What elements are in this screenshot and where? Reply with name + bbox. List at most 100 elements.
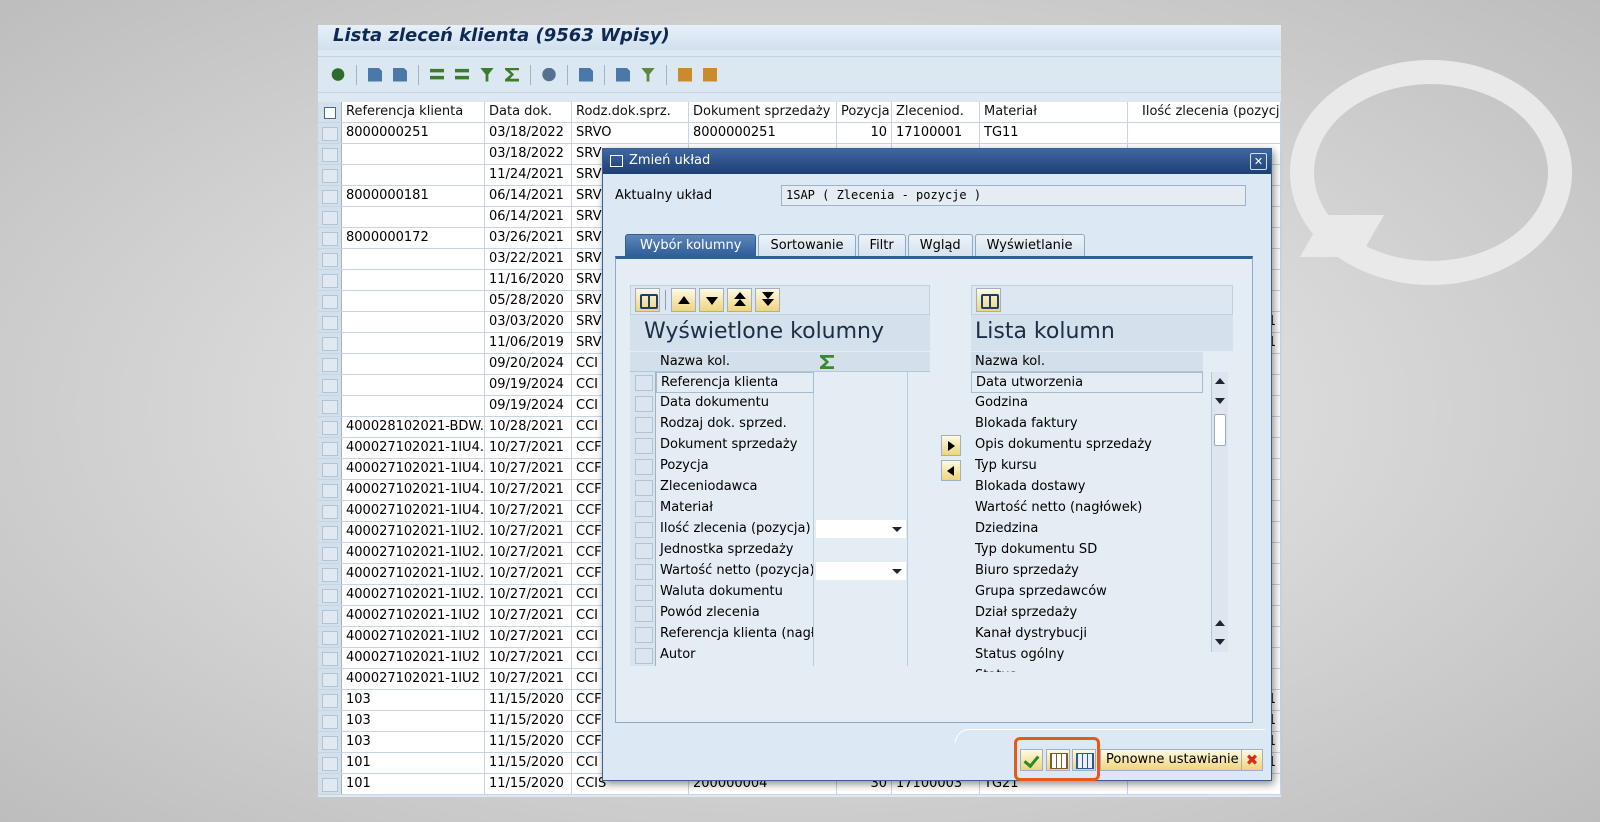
add-column-button[interactable] xyxy=(941,435,961,456)
row-selector[interactable] xyxy=(318,270,342,290)
column-header[interactable]: Ilość zlecenia (pozycja) xyxy=(1128,102,1281,122)
row-selector[interactable] xyxy=(630,645,656,666)
move-down-icon[interactable] xyxy=(699,288,724,312)
tab-sorting[interactable]: Sortowanie xyxy=(758,234,856,256)
remove-column-button[interactable] xyxy=(941,460,961,481)
list-item[interactable]: Dział sprzedaży xyxy=(971,603,1203,624)
move-to-top-icon[interactable] xyxy=(727,288,752,312)
row-selector[interactable] xyxy=(318,207,342,227)
row-selector[interactable] xyxy=(318,753,342,773)
tab-view[interactable]: Wgląd xyxy=(907,234,973,256)
list-item[interactable]: Kanał dystrybucji xyxy=(971,624,1203,645)
row-selector[interactable] xyxy=(318,564,342,584)
row-selector[interactable] xyxy=(630,372,656,393)
change-layout-icon[interactable] xyxy=(675,65,695,85)
list-item[interactable]: Referencja klienta (nagł... xyxy=(630,624,930,645)
scroll-down-icon[interactable] xyxy=(1215,398,1225,404)
page-down-icon[interactable] xyxy=(1215,639,1225,645)
column-header[interactable]: Zleceniod. xyxy=(892,102,980,122)
list-item[interactable]: Pozycja xyxy=(630,456,930,477)
row-selector[interactable] xyxy=(630,519,656,540)
details-icon[interactable] xyxy=(328,65,348,85)
row-selector[interactable] xyxy=(318,585,342,605)
column-header[interactable]: Pozycja xyxy=(837,102,892,122)
column-header[interactable]: Data dok. xyxy=(485,102,572,122)
list-item[interactable]: Referencja klienta xyxy=(630,372,930,393)
row-selector[interactable] xyxy=(630,561,656,582)
row-selector[interactable] xyxy=(630,582,656,603)
row-selector[interactable] xyxy=(318,144,342,164)
row-selector[interactable] xyxy=(318,438,342,458)
list-item[interactable]: Dziedzina xyxy=(971,519,1203,540)
list-item[interactable]: Jednostka sprzedaży xyxy=(630,540,930,561)
list-item[interactable]: Zleceniodawca xyxy=(630,477,930,498)
close-icon[interactable]: ✕ xyxy=(1250,153,1267,170)
table-row[interactable]: 8000000251 03/18/2022 SRVO 8000000251 10 1710… xyxy=(318,123,1281,144)
list-item[interactable]: Powód zlecenia xyxy=(630,603,930,624)
row-selector[interactable] xyxy=(630,414,656,435)
row-selector[interactable] xyxy=(630,435,656,456)
row-selector[interactable] xyxy=(318,333,342,353)
row-selector[interactable] xyxy=(630,603,656,624)
row-selector[interactable] xyxy=(318,690,342,710)
aggregation-dropdown[interactable] xyxy=(816,562,906,580)
row-selector[interactable] xyxy=(318,375,342,395)
row-selector[interactable] xyxy=(630,456,656,477)
row-selector[interactable] xyxy=(318,732,342,752)
scroll-up-icon[interactable] xyxy=(1215,378,1225,384)
column-header[interactable]: Rodz.dok.sprz. xyxy=(572,102,689,122)
list-item[interactable]: Typ kursu xyxy=(971,456,1203,477)
row-selector[interactable] xyxy=(630,624,656,645)
dialog-title-bar[interactable]: Zmień układ ✕ xyxy=(603,149,1271,174)
list-item[interactable]: Materiał xyxy=(630,498,930,519)
row-selector[interactable] xyxy=(318,669,342,689)
row-selector[interactable] xyxy=(318,396,342,416)
select-layout-icon[interactable] xyxy=(700,65,720,85)
move-to-bottom-icon[interactable] xyxy=(755,288,780,312)
list-item[interactable]: Grupa sprzedawców xyxy=(971,582,1203,603)
row-selector[interactable] xyxy=(318,165,342,185)
tab-display[interactable]: Wyświetlanie xyxy=(974,234,1085,256)
row-selector[interactable] xyxy=(630,477,656,498)
list-item[interactable]: Dokument sprzedaży xyxy=(630,435,930,456)
deselect-all-icon[interactable] xyxy=(390,65,410,85)
reset-button[interactable]: Ponowne ustawianie xyxy=(1100,749,1245,771)
row-selector[interactable] xyxy=(318,774,342,794)
row-selector[interactable] xyxy=(318,312,342,332)
select-all-rows-icon[interactable] xyxy=(630,352,656,371)
list-item[interactable]: Data dokumentu xyxy=(630,393,930,414)
scroll-thumb[interactable] xyxy=(1214,414,1226,446)
row-selector[interactable] xyxy=(318,459,342,479)
cancel-button[interactable]: ✖ xyxy=(1241,749,1263,771)
row-selector[interactable] xyxy=(318,354,342,374)
row-selector[interactable] xyxy=(318,228,342,248)
row-selector[interactable] xyxy=(318,522,342,542)
sort-descending-icon[interactable] xyxy=(452,65,472,85)
move-up-icon[interactable] xyxy=(671,288,696,312)
list-item[interactable]: Godzina xyxy=(971,393,1203,414)
list-item[interactable]: Typ dokumentu SD xyxy=(971,540,1203,561)
list-item[interactable]: Wartość netto (nagłówek) xyxy=(971,498,1203,519)
row-selector[interactable] xyxy=(318,186,342,206)
filter-icon[interactable] xyxy=(477,65,497,85)
confirm-button[interactable] xyxy=(1020,749,1043,771)
aggregation-dropdown[interactable] xyxy=(816,520,906,538)
row-selector[interactable] xyxy=(318,480,342,500)
list-item[interactable]: Rodzaj dok. sprzed. xyxy=(630,414,930,435)
list-item[interactable]: Biuro sprzedaży xyxy=(971,561,1203,582)
row-selector[interactable] xyxy=(318,711,342,731)
row-selector[interactable] xyxy=(630,393,656,414)
list-item[interactable]: Autor xyxy=(630,645,930,666)
list-item[interactable]: Waluta dokumentu xyxy=(630,582,930,603)
list-item[interactable]: Ilość zlecenia (pozycja) xyxy=(630,519,930,540)
select-all-rows-icon[interactable] xyxy=(318,102,342,122)
column-header[interactable]: Dokument sprzedaży xyxy=(689,102,837,122)
tab-filter[interactable]: Filtr xyxy=(857,234,906,256)
list-item[interactable]: Opis dokumentu sprzedaży xyxy=(971,435,1203,456)
sum-icon[interactable] xyxy=(502,65,522,85)
manage-layout-button[interactable] xyxy=(1072,749,1096,771)
list-item[interactable]: Blokada faktury xyxy=(971,414,1203,435)
row-selector[interactable] xyxy=(318,501,342,521)
list-item[interactable]: Status ogólny xyxy=(971,645,1203,666)
row-selector[interactable] xyxy=(630,540,656,561)
